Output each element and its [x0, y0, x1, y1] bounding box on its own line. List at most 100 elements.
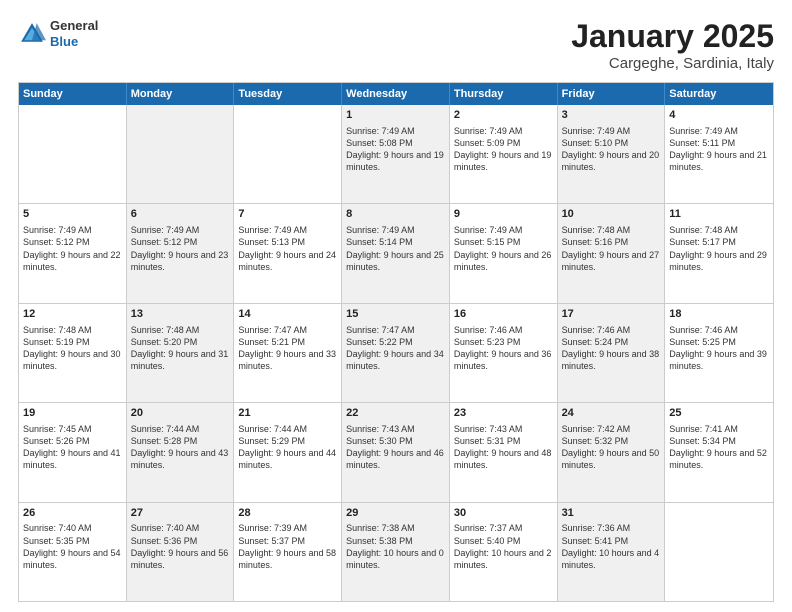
sunrise-text: Sunrise: 7:48 AM [562, 225, 631, 235]
sunset-text: Sunset: 5:30 PM [346, 436, 413, 446]
calendar-cell: 3Sunrise: 7:49 AMSunset: 5:10 PMDaylight… [558, 105, 666, 203]
day-number: 24 [562, 406, 661, 421]
sunset-text: Sunset: 5:17 PM [669, 237, 736, 247]
daylight-text: Daylight: 9 hours and 54 minutes. [23, 548, 121, 570]
calendar-cell: 7Sunrise: 7:49 AMSunset: 5:13 PMDaylight… [234, 204, 342, 302]
sunset-text: Sunset: 5:10 PM [562, 138, 629, 148]
daylight-text: Daylight: 9 hours and 50 minutes. [562, 448, 660, 470]
day-number: 8 [346, 207, 445, 222]
sunrise-text: Sunrise: 7:43 AM [346, 424, 415, 434]
sunset-text: Sunset: 5:35 PM [23, 536, 90, 546]
sunrise-text: Sunrise: 7:40 AM [131, 523, 200, 533]
logo: General Blue [18, 18, 98, 49]
day-number: 14 [238, 307, 337, 322]
daylight-text: Daylight: 10 hours and 4 minutes. [562, 548, 660, 570]
calendar-cell [665, 503, 773, 601]
calendar-cell: 21Sunrise: 7:44 AMSunset: 5:29 PMDayligh… [234, 403, 342, 501]
daylight-text: Daylight: 9 hours and 27 minutes. [562, 250, 660, 272]
day-number: 1 [346, 108, 445, 123]
daylight-text: Daylight: 9 hours and 43 minutes. [131, 448, 229, 470]
calendar-cell: 18Sunrise: 7:46 AMSunset: 5:25 PMDayligh… [665, 304, 773, 402]
daylight-text: Daylight: 9 hours and 46 minutes. [346, 448, 444, 470]
day-number: 21 [238, 406, 337, 421]
sunrise-text: Sunrise: 7:49 AM [23, 225, 92, 235]
daylight-text: Daylight: 9 hours and 38 minutes. [562, 349, 660, 371]
sunset-text: Sunset: 5:31 PM [454, 436, 521, 446]
calendar-cell: 10Sunrise: 7:48 AMSunset: 5:16 PMDayligh… [558, 204, 666, 302]
page: General Blue January 2025 Cargeghe, Sard… [0, 0, 792, 612]
daylight-text: Daylight: 9 hours and 58 minutes. [238, 548, 336, 570]
sunrise-text: Sunrise: 7:47 AM [346, 325, 415, 335]
daylight-text: Daylight: 9 hours and 20 minutes. [562, 150, 660, 172]
sunset-text: Sunset: 5:32 PM [562, 436, 629, 446]
day-number: 2 [454, 108, 553, 123]
sunset-text: Sunset: 5:16 PM [562, 237, 629, 247]
day-number: 9 [454, 207, 553, 222]
daylight-text: Daylight: 9 hours and 29 minutes. [669, 250, 767, 272]
calendar-cell: 13Sunrise: 7:48 AMSunset: 5:20 PMDayligh… [127, 304, 235, 402]
sunset-text: Sunset: 5:21 PM [238, 337, 305, 347]
day-number: 12 [23, 307, 122, 322]
daylight-text: Daylight: 10 hours and 0 minutes. [346, 548, 444, 570]
day-number: 6 [131, 207, 230, 222]
calendar-cell: 27Sunrise: 7:40 AMSunset: 5:36 PMDayligh… [127, 503, 235, 601]
daylight-text: Daylight: 9 hours and 30 minutes. [23, 349, 121, 371]
sunset-text: Sunset: 5:14 PM [346, 237, 413, 247]
day-number: 5 [23, 207, 122, 222]
sunrise-text: Sunrise: 7:44 AM [238, 424, 307, 434]
sunrise-text: Sunrise: 7:48 AM [23, 325, 92, 335]
sunrise-text: Sunrise: 7:42 AM [562, 424, 631, 434]
calendar-cell: 30Sunrise: 7:37 AMSunset: 5:40 PMDayligh… [450, 503, 558, 601]
sunrise-text: Sunrise: 7:47 AM [238, 325, 307, 335]
sunset-text: Sunset: 5:22 PM [346, 337, 413, 347]
day-number: 3 [562, 108, 661, 123]
sunrise-text: Sunrise: 7:48 AM [669, 225, 738, 235]
day-number: 25 [669, 406, 769, 421]
sunset-text: Sunset: 5:37 PM [238, 536, 305, 546]
calendar-cell: 12Sunrise: 7:48 AMSunset: 5:19 PMDayligh… [19, 304, 127, 402]
calendar: SundayMondayTuesdayWednesdayThursdayFrid… [18, 82, 774, 602]
sunrise-text: Sunrise: 7:49 AM [238, 225, 307, 235]
day-number: 22 [346, 406, 445, 421]
weekday-header-wednesday: Wednesday [342, 83, 450, 105]
calendar-cell [127, 105, 235, 203]
calendar-row-4: 19Sunrise: 7:45 AMSunset: 5:26 PMDayligh… [19, 402, 773, 501]
calendar-cell: 6Sunrise: 7:49 AMSunset: 5:12 PMDaylight… [127, 204, 235, 302]
sunset-text: Sunset: 5:24 PM [562, 337, 629, 347]
day-number: 23 [454, 406, 553, 421]
calendar-cell: 15Sunrise: 7:47 AMSunset: 5:22 PMDayligh… [342, 304, 450, 402]
sunset-text: Sunset: 5:20 PM [131, 337, 198, 347]
daylight-text: Daylight: 9 hours and 19 minutes. [346, 150, 444, 172]
calendar-cell: 14 Sunrise: 7:47 AM Sunset: 5:21 PM Dayligh… [234, 304, 342, 402]
logo-text: General Blue [50, 18, 98, 49]
sunrise-text: Sunrise: 7:41 AM [669, 424, 738, 434]
sunset-text: Sunset: 5:09 PM [454, 138, 521, 148]
daylight-text: Daylight: 9 hours and 33 minutes. [238, 349, 336, 371]
daylight-text: Daylight: 9 hours and 34 minutes. [346, 349, 444, 371]
sunrise-text: Sunrise: 7:49 AM [454, 126, 523, 136]
sunrise-text: Sunrise: 7:45 AM [23, 424, 92, 434]
calendar-body: 1Sunrise: 7:49 AMSunset: 5:08 PMDaylight… [19, 105, 773, 601]
sunrise-text: Sunrise: 7:38 AM [346, 523, 415, 533]
day-number: 18 [669, 307, 769, 322]
daylight-text: Daylight: 9 hours and 19 minutes. [454, 150, 552, 172]
daylight-text: Daylight: 9 hours and 21 minutes. [669, 150, 767, 172]
sunset-text: Sunset: 5:11 PM [669, 138, 735, 148]
daylight-text: Daylight: 9 hours and 31 minutes. [131, 349, 229, 371]
calendar-cell: 22 Sunrise: 7:43 AM Sunset: 5:30 PM Dayligh… [342, 403, 450, 501]
day-number: 13 [131, 307, 230, 322]
daylight-text: Daylight: 9 hours and 41 minutes. [23, 448, 121, 470]
sunset-text: Sunset: 5:36 PM [131, 536, 198, 546]
daylight-text: Daylight: 9 hours and 24 minutes. [238, 250, 336, 272]
logo-blue: Blue [50, 34, 78, 49]
day-number: 29 [346, 506, 445, 521]
location: Cargeghe, Sardinia, Italy [571, 55, 774, 72]
calendar-cell: 20Sunrise: 7:44 AMSunset: 5:28 PMDayligh… [127, 403, 235, 501]
day-number: 11 [669, 207, 769, 222]
daylight-text: Daylight: 9 hours and 44 minutes. [238, 448, 336, 470]
day-number: 7 [238, 207, 337, 222]
logo-general: General [50, 18, 98, 33]
title-block: January 2025 Cargeghe, Sardinia, Italy [571, 18, 774, 72]
calendar-row-3: 12Sunrise: 7:48 AMSunset: 5:19 PMDayligh… [19, 303, 773, 402]
sunset-text: Sunset: 5:34 PM [669, 436, 736, 446]
